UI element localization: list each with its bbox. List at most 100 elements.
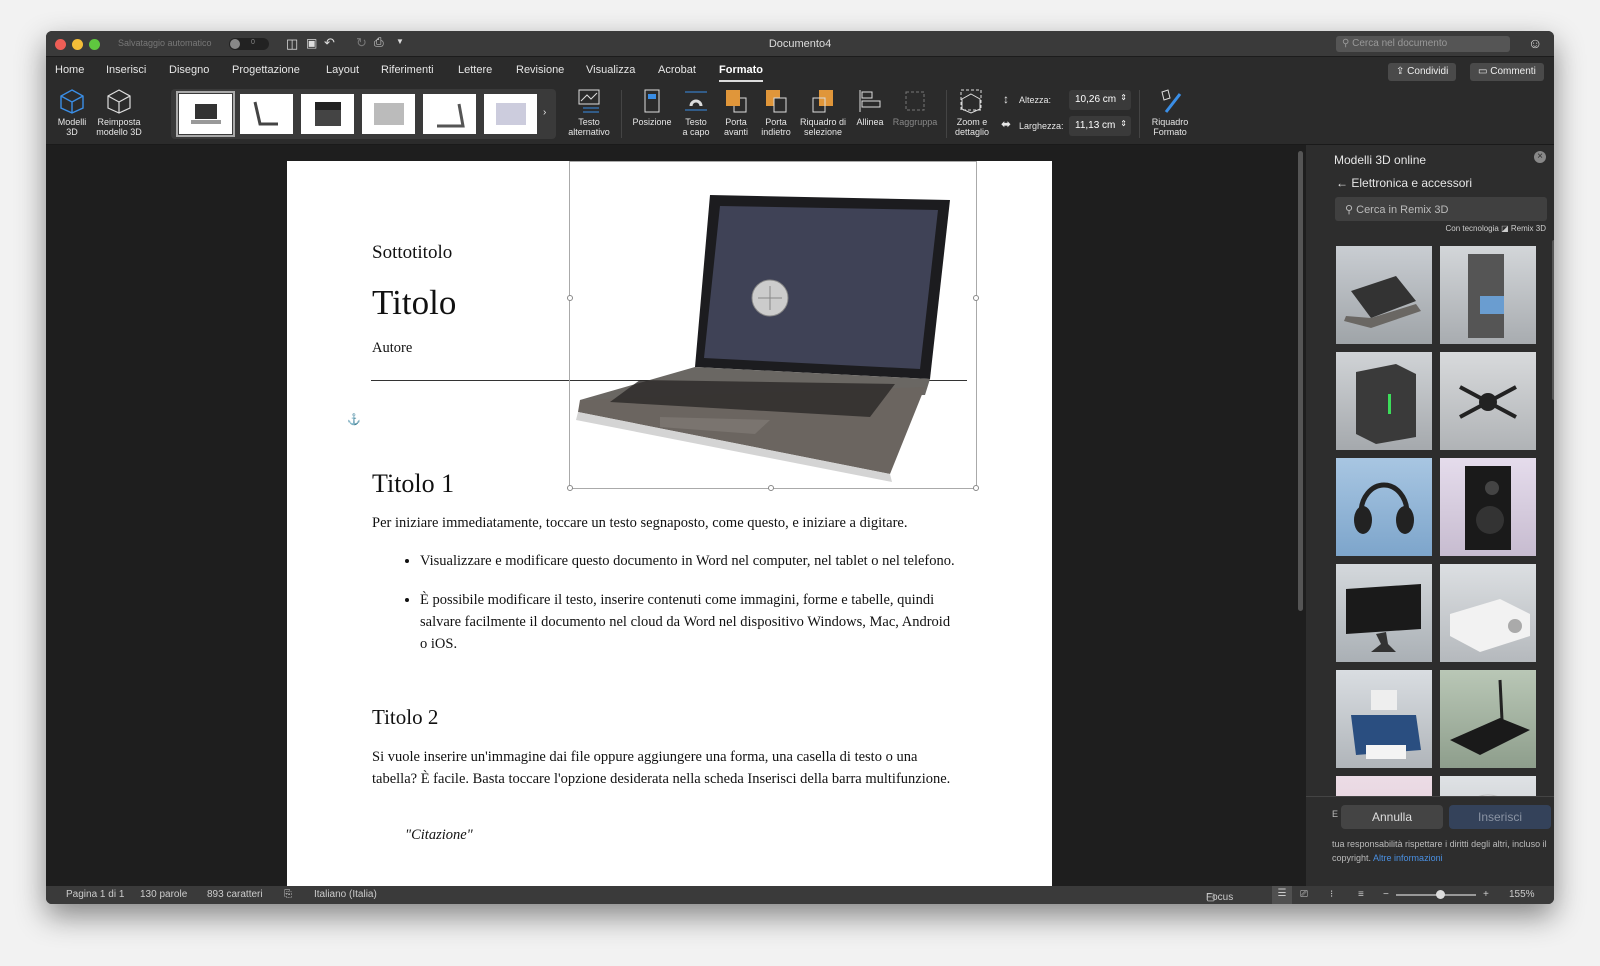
proofing-icon[interactable]: ⎘: [284, 889, 292, 900]
view-thumb-front[interactable]: [176, 91, 235, 137]
document-page[interactable]: Sottotitolo Titolo Autore ⚓ Titolo 1 Per…: [287, 161, 1052, 886]
char-count[interactable]: 893 caratteri: [207, 889, 263, 900]
heading-1[interactable]: Titolo 1: [372, 469, 454, 499]
page-count[interactable]: Pagina 1 di 1: [66, 889, 124, 900]
paragraph-1[interactable]: Per iniziare immediatamente, toccare un …: [372, 512, 957, 534]
word-window: Salvataggio automatico 0 ◫ ▣ ↶ ↻ ⎙ ▼ Doc…: [46, 31, 1554, 904]
model-server-tower[interactable]: [1440, 246, 1536, 344]
tab-home[interactable]: Home: [55, 64, 84, 76]
tab-progettazione[interactable]: Progettazione: [232, 64, 300, 76]
tab-layout[interactable]: Layout: [326, 64, 359, 76]
outline-view-icon[interactable]: ⁝: [1330, 889, 1333, 900]
resize-handle-right[interactable]: [973, 295, 979, 301]
print-layout-view-icon[interactable]: ☰: [1272, 886, 1292, 904]
comments-button[interactable]: ▭ Commenti: [1470, 63, 1544, 81]
paragraph-2[interactable]: Si vuole inserire un'immagine dai file o…: [372, 746, 957, 790]
height-input[interactable]: 10,26 cm ⇕: [1069, 90, 1131, 110]
remix-search-input[interactable]: ⚲ Cerca in Remix 3D: [1335, 197, 1547, 221]
heading-2[interactable]: Titolo 2: [372, 705, 438, 730]
view-thumb-bottom[interactable]: [484, 94, 537, 134]
search-document-input[interactable]: ⚲ Cerca nel documento: [1336, 36, 1510, 52]
list-item[interactable]: Visualizzare e modificare questo documen…: [420, 550, 960, 572]
smiley-feedback-icon[interactable]: ☺: [1528, 35, 1542, 51]
riquadro-selezione-button[interactable]: Riquadro di selezione: [798, 88, 848, 137]
model-speaker[interactable]: [1440, 458, 1536, 556]
panel-title: Modelli 3D online: [1334, 153, 1427, 167]
porta-avanti-button[interactable]: Porta avanti: [718, 88, 754, 137]
zoom-level[interactable]: 155%: [1509, 889, 1535, 900]
tab-revisione[interactable]: Revisione: [516, 64, 564, 76]
web-layout-view-icon[interactable]: ⎚: [1300, 889, 1308, 900]
close-panel-icon[interactable]: ×: [1534, 151, 1546, 163]
share-button[interactable]: ⇪ Condividi: [1388, 63, 1457, 81]
model-laptop[interactable]: [1336, 246, 1432, 344]
bullet-list: Visualizzare e modificare questo documen…: [420, 550, 960, 655]
align-icon: [856, 88, 884, 114]
view-thumb-back[interactable]: [362, 94, 415, 134]
model-monitor[interactable]: [1336, 564, 1432, 662]
panel-scrollbar[interactable]: [1552, 240, 1554, 400]
tab-lettere[interactable]: Lettere: [458, 64, 492, 76]
tab-visualizza[interactable]: Visualizza: [586, 64, 635, 76]
model-server-box[interactable]: [1336, 352, 1432, 450]
width-stepper-icon[interactable]: ⇕: [1120, 119, 1127, 128]
cancel-button[interactable]: Annulla: [1341, 805, 1443, 829]
posizione-button[interactable]: Posizione: [630, 88, 674, 127]
height-stepper-icon[interactable]: ⇕: [1120, 93, 1127, 102]
view-thumb-top[interactable]: [301, 94, 354, 134]
doc-title[interactable]: Titolo: [372, 283, 456, 323]
language[interactable]: Italiano (Italia): [314, 889, 377, 900]
selection-pane-icon: [809, 88, 837, 114]
testo-a-capo-button[interactable]: Testo a capo: [676, 88, 716, 137]
insert-button[interactable]: Inserisci: [1449, 805, 1551, 829]
copyright-notice: tua responsabilità rispettare i diritti …: [1332, 839, 1547, 863]
model-pink-item[interactable]: [1336, 776, 1432, 796]
gallery-more-chevron-icon[interactable]: ›: [543, 107, 546, 118]
3d-model-laptop[interactable]: [567, 161, 979, 491]
riquadro-formato-button[interactable]: Riquadro Formato: [1148, 88, 1192, 137]
resize-handle-bottom-left[interactable]: [567, 485, 573, 491]
list-item[interactable]: È possibile modificare il testo, inserir…: [420, 589, 960, 655]
testo-alternativo-button[interactable]: Testo alternativo: [564, 88, 614, 137]
model-drone[interactable]: [1440, 352, 1536, 450]
tab-disegno[interactable]: Disegno: [169, 64, 209, 76]
allinea-button[interactable]: Allinea: [852, 88, 888, 127]
raggruppa-button[interactable]: Raggruppa: [891, 88, 939, 127]
modelli-3d-button[interactable]: Modelli 3D: [54, 88, 90, 137]
resize-handle-bottom[interactable]: [768, 485, 774, 491]
tab-inserisci[interactable]: Inserisci: [106, 64, 146, 76]
word-count[interactable]: 130 parole: [140, 889, 187, 900]
model-headphones[interactable]: [1336, 458, 1432, 556]
tab-riferimenti[interactable]: Riferimenti: [381, 64, 434, 76]
doc-subtitle[interactable]: Sottotitolo: [372, 242, 452, 264]
draft-view-icon[interactable]: ≡: [1358, 889, 1364, 900]
zoom-slider-thumb[interactable]: [1436, 890, 1445, 899]
tab-formato[interactable]: Formato: [719, 64, 763, 82]
model-projector[interactable]: [1440, 564, 1536, 662]
view-thumb-angle[interactable]: [423, 94, 476, 134]
more-info-link[interactable]: Altre informazioni: [1373, 853, 1443, 863]
laptop-3d-image: [576, 195, 950, 482]
porta-indietro-button[interactable]: Porta indietro: [756, 88, 796, 137]
title-bar: Salvataggio automatico 0 ◫ ▣ ↶ ↻ ⎙ ▼ Doc…: [46, 31, 1554, 57]
resize-handle-bottom-right[interactable]: [973, 485, 979, 491]
model-router[interactable]: [1440, 670, 1536, 768]
reimposta-modello-button[interactable]: Reimposta modello 3D: [94, 88, 144, 137]
back-button[interactable]: ← Elettronica e accessori: [1336, 176, 1472, 190]
model-disc[interactable]: [1440, 776, 1536, 796]
resize-handle-left[interactable]: [567, 295, 573, 301]
document-scrollbar[interactable]: [1298, 151, 1303, 611]
doc-author[interactable]: Autore: [372, 340, 412, 357]
tab-acrobat[interactable]: Acrobat: [658, 64, 696, 76]
share-icon: ⇪: [1396, 66, 1408, 77]
view-thumb-side[interactable]: [240, 94, 293, 134]
cube-icon: [58, 88, 86, 114]
width-input[interactable]: 11,13 cm ⇕: [1069, 116, 1131, 136]
model-printer[interactable]: [1336, 670, 1432, 768]
quote[interactable]: "Citazione": [405, 827, 473, 844]
zoom-slider[interactable]: [1396, 890, 1476, 899]
zoom-in-icon[interactable]: +: [1483, 889, 1489, 900]
zoom-dettaglio-button[interactable]: Zoom e dettaglio: [952, 88, 992, 137]
alt-text-icon: [575, 88, 603, 114]
zoom-out-icon[interactable]: −: [1383, 889, 1389, 900]
